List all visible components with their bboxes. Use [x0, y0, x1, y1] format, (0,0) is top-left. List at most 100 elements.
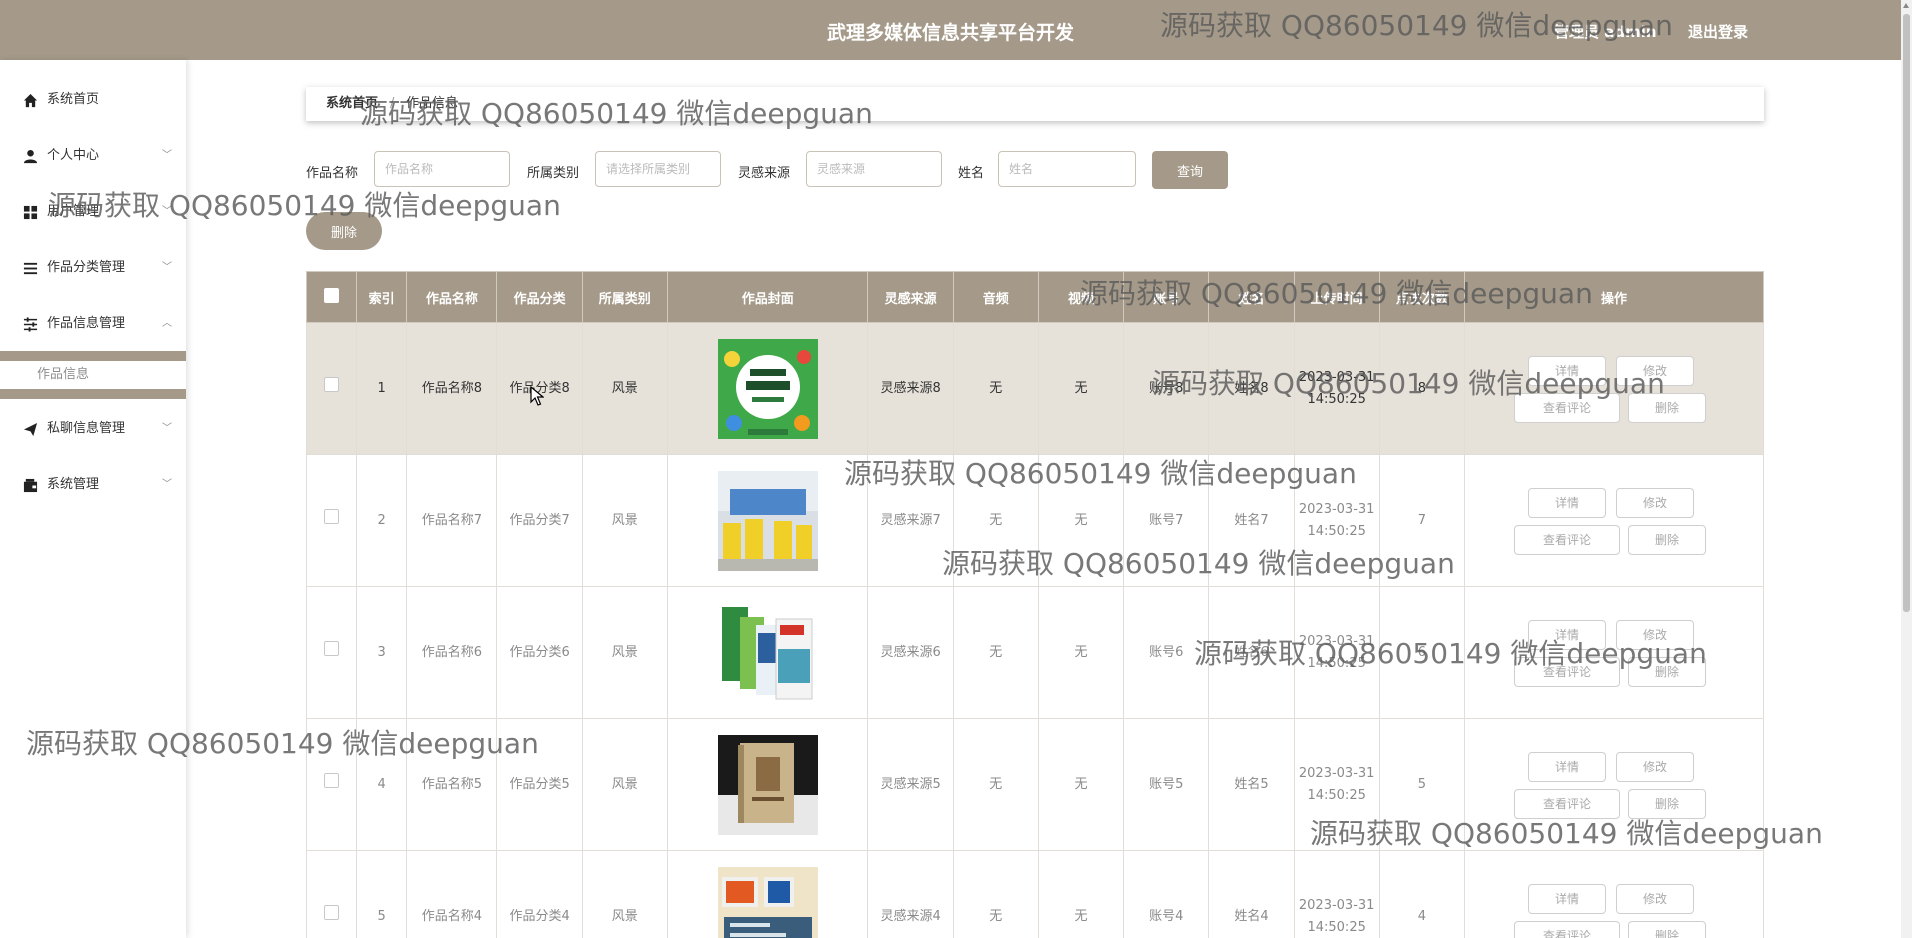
vertical-scrollbar[interactable] [1901, 0, 1912, 938]
sidebar-item-category-management[interactable]: 作品分类管理 ﹀ [0, 253, 186, 283]
chevron-down-icon: ﹀ [162, 262, 172, 273]
clicks-cell: 7 [1378, 454, 1466, 587]
cover-cell [666, 322, 869, 455]
table-row[interactable]: 3 作品名称6 作品分类6 风景 灵感来源6 无 无 账号6 姓名6 2023-… [306, 586, 1764, 719]
source-cell: 灵感来源5 [867, 718, 954, 851]
row-checkbox-cell[interactable] [306, 850, 358, 938]
sidebar-item-label: 系统管理 [47, 477, 100, 492]
row-checkbox[interactable] [324, 641, 340, 656]
edit-button[interactable]: 修改 [1616, 883, 1694, 914]
view-comments-button[interactable]: 查看评论 [1514, 788, 1620, 819]
batch-delete-button[interactable]: 删除 [306, 212, 382, 250]
view-comments-button[interactable]: 查看评论 [1514, 920, 1620, 938]
clicks-cell: 8 [1378, 322, 1466, 455]
inspiration-input[interactable] [806, 151, 942, 187]
work-name-cell: 作品名称8 [406, 322, 498, 455]
submenu-item-label: 作品信息 [37, 367, 90, 382]
work-name-cell: 作品名称4 [406, 850, 498, 938]
table-row[interactable]: 4 作品名称5 作品分类5 风景 灵感来源5 无 无 账号5 姓名5 2023-… [306, 718, 1764, 851]
view-comments-button[interactable]: 查看评论 [1514, 392, 1620, 423]
delete-button[interactable]: 删除 [1628, 524, 1706, 555]
row-checkbox[interactable] [324, 509, 340, 524]
cover-image[interactable] [717, 866, 818, 938]
cover-image[interactable] [717, 470, 818, 571]
select-all-checkbox-cell[interactable] [306, 271, 358, 323]
send-icon [23, 422, 38, 437]
sidebar-item-users[interactable]: 用户管理 ﹀ [0, 197, 186, 227]
breadcrumb-home[interactable]: 系统首页 [326, 87, 378, 121]
table-row[interactable]: 5 作品名称4 作品分类4 风景 灵感来源4 无 无 账号4 姓名4 2023-… [306, 850, 1764, 938]
account-cell: 账号8 [1123, 322, 1210, 455]
row-checkbox-cell[interactable] [306, 586, 358, 719]
chevron-down-icon: ﹀ [162, 150, 172, 161]
index-cell: 2 [356, 454, 408, 587]
row-checkbox[interactable] [324, 773, 340, 788]
edit-button[interactable]: 修改 [1616, 355, 1694, 386]
row-checkbox-cell[interactable] [306, 718, 358, 851]
detail-button[interactable]: 详情 [1528, 883, 1606, 914]
table-header: 音频 [952, 271, 1039, 323]
person-icon [23, 149, 38, 164]
cover-cell [666, 850, 869, 938]
edit-button[interactable]: 修改 [1616, 487, 1694, 518]
operations-group: 详情 修改 查看评论 删除 [1514, 882, 1714, 938]
row-checkbox[interactable] [324, 377, 340, 392]
view-comments-button[interactable]: 查看评论 [1514, 656, 1620, 687]
category-label: 所属类别 [527, 166, 580, 181]
chevron-down-icon: ﹀ [162, 423, 172, 434]
work-name-input[interactable] [374, 151, 510, 187]
realname-input[interactable] [998, 151, 1136, 187]
edit-button[interactable]: 修改 [1616, 751, 1694, 782]
detail-button[interactable]: 详情 [1528, 487, 1606, 518]
audio-cell: 无 [952, 454, 1039, 587]
table-header: 点击次数 [1378, 271, 1466, 323]
query-button[interactable]: 查询 [1152, 151, 1228, 189]
edit-button[interactable]: 修改 [1616, 619, 1694, 650]
chevron-down-icon: ﹀ [162, 479, 172, 490]
table-row[interactable]: 2 作品名称7 作品分类7 风景 灵感来源7 无 无 账号7 姓名7 2023-… [306, 454, 1764, 587]
view-comments-button[interactable]: 查看评论 [1514, 524, 1620, 555]
sidebar-item-work-management[interactable]: 作品信息管理 ︿ [0, 309, 186, 339]
operations-group: 详情 修改 查看评论 删除 [1514, 486, 1714, 556]
delete-button[interactable]: 删除 [1628, 656, 1706, 687]
operations-cell: 详情 修改 查看评论 删除 [1464, 454, 1764, 587]
delete-button[interactable]: 删除 [1628, 788, 1706, 819]
upload-time-cell: 2023-03-31 14:50:25 [1293, 586, 1380, 719]
detail-button[interactable]: 详情 [1528, 619, 1606, 650]
scrollbar-thumb[interactable] [1903, 14, 1910, 612]
upload-time-cell: 2023-03-31 14:50:25 [1293, 322, 1380, 455]
table-header: 作品分类 [496, 271, 583, 323]
select-all-checkbox[interactable] [324, 287, 340, 303]
chevron-up-icon: ︿ [162, 318, 172, 329]
table-header: 索引 [356, 271, 408, 323]
delete-button[interactable]: 删除 [1628, 920, 1706, 938]
sidebar-item-private-messages[interactable]: 私聊信息管理 ﹀ [0, 414, 186, 444]
row-checkbox-cell[interactable] [306, 454, 358, 587]
cover-image[interactable] [717, 734, 818, 835]
logout-button[interactable]: 退出登录 [1688, 21, 1748, 42]
detail-button[interactable]: 详情 [1528, 355, 1606, 386]
table-header: 所属类别 [581, 271, 668, 323]
data-table-container: 索引 作品名称 作品分类 所属类别 作品封面 灵感来源 音频 视频 账号 姓名 … [306, 271, 1764, 938]
delete-button[interactable]: 删除 [1628, 392, 1706, 423]
row-checkbox[interactable] [324, 905, 340, 920]
sidebar-item-system-management[interactable]: 系统管理 ﹀ [0, 470, 186, 500]
row-checkbox-cell[interactable] [306, 322, 358, 455]
submenu-item-work-info[interactable]: 作品信息 [0, 361, 186, 389]
scroll-up-arrow[interactable] [1903, 3, 1909, 8]
work-name-cell: 作品名称5 [406, 718, 498, 851]
video-cell: 无 [1037, 718, 1125, 851]
top-header: 武理多媒体信息共享平台开发 管理员 admin 退出登录 [0, 0, 1901, 60]
sidebar-item-label: 系统首页 [47, 92, 100, 107]
cover-image[interactable] [717, 338, 818, 439]
category-select[interactable] [595, 151, 721, 187]
cover-image[interactable] [717, 602, 818, 703]
table-row[interactable]: 1 作品名称8 作品分类8 风景 灵感来源8 无 无 账号8 姓名8 2023-… [306, 322, 1764, 455]
index-cell: 4 [356, 718, 408, 851]
table-header: 上传时间 [1293, 271, 1380, 323]
sidebar-item-profile[interactable]: 个人中心 ﹀ [0, 141, 186, 171]
cover-cell [666, 718, 869, 851]
detail-button[interactable]: 详情 [1528, 751, 1606, 782]
chevron-down-icon: ﹀ [162, 206, 172, 217]
sidebar-item-home[interactable]: 系统首页 [0, 85, 186, 115]
